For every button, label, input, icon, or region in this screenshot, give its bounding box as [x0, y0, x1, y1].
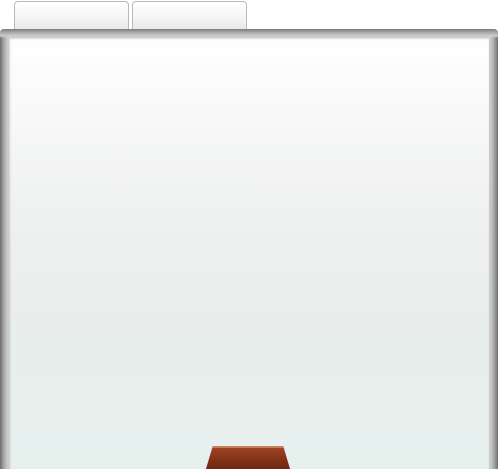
drawer-handle-icon[interactable]	[206, 446, 290, 469]
tab-1[interactable]	[14, 1, 129, 31]
drawer-handle-highlight	[206, 446, 290, 448]
panel-top-edge	[0, 29, 498, 38]
panel-content-area	[9, 38, 489, 469]
panel-frame	[0, 29, 498, 469]
tab-2[interactable]	[132, 1, 247, 31]
